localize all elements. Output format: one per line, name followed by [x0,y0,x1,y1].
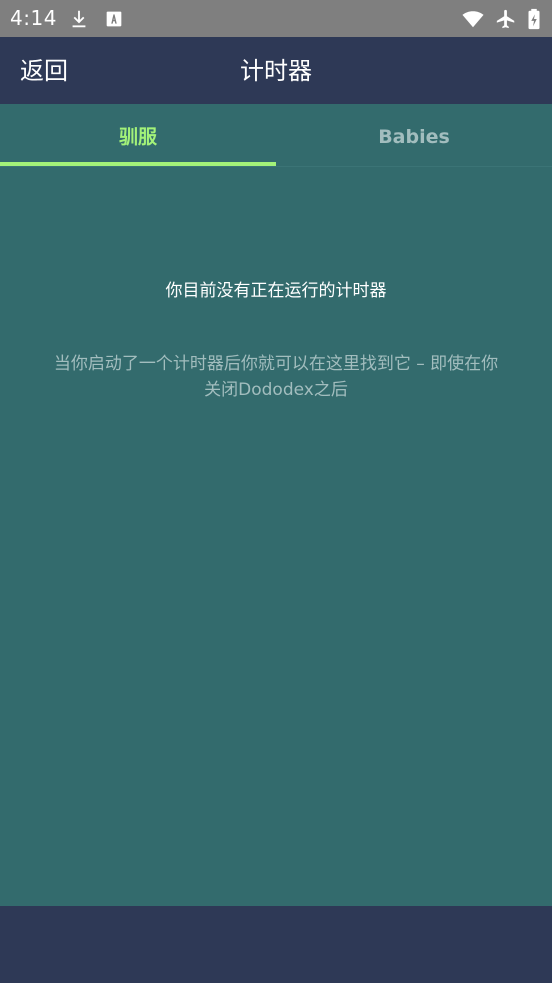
app-bar: 返回 计时器 [0,37,552,104]
status-bar: 4:14 [0,0,552,37]
empty-state-title: 你目前没有正在运行的计时器 [165,281,387,301]
tab-babies[interactable]: Babies [276,104,552,166]
airplane-mode-icon [495,8,517,30]
tab-tame[interactable]: 驯服 [0,104,276,166]
bottom-bar [0,906,552,983]
font-a-icon [103,8,125,30]
download-icon [68,8,90,30]
status-time: 4:14 [10,6,57,30]
tab-selected-indicator [0,162,276,166]
empty-state-description: 当你启动了一个计时器后你就可以在这里找到它 – 即使在你关闭Dododex之后 [53,354,499,400]
wifi-icon [462,8,484,30]
tab-bar: 驯服 Babies [0,104,552,167]
battery-icon [526,8,542,30]
page-title: 计时器 [240,57,312,85]
